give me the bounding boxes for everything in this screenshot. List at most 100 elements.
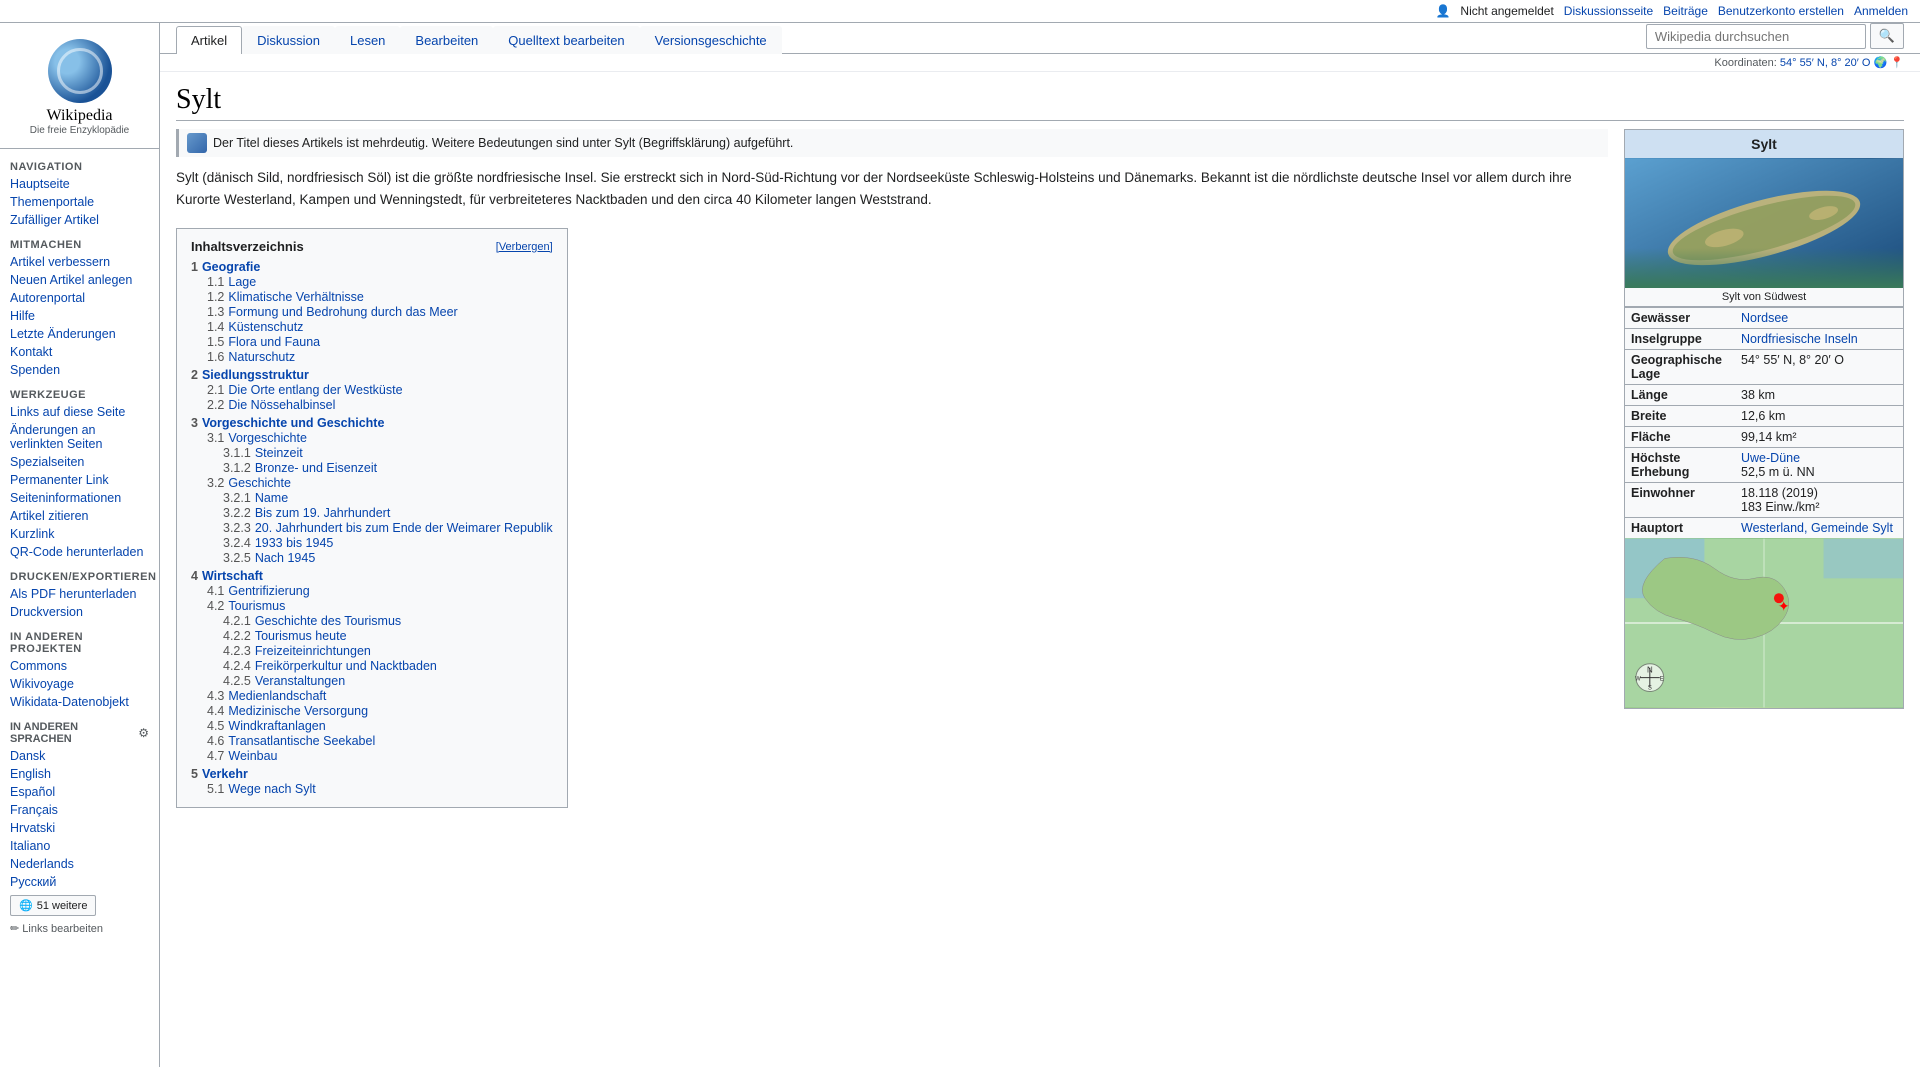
- toc-item[interactable]: 3.2.41933 bis 1945: [223, 536, 553, 550]
- toc-item-num: 3.1.1: [223, 446, 251, 460]
- sidebar-item-dansk[interactable]: Dansk: [0, 747, 159, 765]
- sidebar-item-commons[interactable]: Commons: [0, 657, 159, 675]
- sidebar-item-russian[interactable]: Русский: [0, 873, 159, 891]
- login-link[interactable]: Anmelden: [1854, 4, 1908, 18]
- toc-item[interactable]: 5Verkehr: [191, 767, 553, 781]
- content-area: Artikel Diskussion Lesen Bearbeiten Quel…: [160, 23, 1920, 1067]
- toc-item[interactable]: 3.1.2Bronze- und Eisenzeit: [223, 461, 553, 475]
- edit-icon: ✏: [10, 923, 19, 935]
- sidebar-item-english[interactable]: English: [0, 765, 159, 783]
- toc-item[interactable]: 1.3Formung und Bedrohung durch das Meer: [207, 305, 553, 319]
- toc-item[interactable]: 4Wirtschaft: [191, 569, 553, 583]
- tabs-left: Artikel Diskussion Lesen Bearbeiten Quel…: [176, 26, 782, 53]
- tab-diskussion[interactable]: Diskussion: [242, 26, 335, 54]
- toc-item[interactable]: 2.2Die Nössehalbinsel: [207, 398, 553, 412]
- toc-item[interactable]: 3.2.2Bis zum 19. Jahrhundert: [223, 506, 553, 520]
- infobox-value-link[interactable]: Uwe-Düne: [1741, 451, 1800, 465]
- print-title: Drucken/exportieren: [0, 567, 159, 585]
- toc-item[interactable]: 4.2.4Freikörperkultur und Nacktbaden: [223, 659, 553, 673]
- toc-item[interactable]: 1.5Flora und Fauna: [207, 335, 553, 349]
- tab-lesen[interactable]: Lesen: [335, 26, 400, 54]
- sidebar-item-espanol[interactable]: Español: [0, 783, 159, 801]
- sidebar-item-qr-code[interactable]: QR-Code herunterladen: [0, 543, 159, 561]
- toc-item[interactable]: 3.2.1Name: [223, 491, 553, 505]
- sidebar-item-themenportale[interactable]: Themenportale: [0, 193, 159, 211]
- toc-item[interactable]: 4.6Transatlantische Seekabel: [207, 734, 553, 748]
- toc-item-num: 1.2: [207, 290, 224, 304]
- sidebar-item-druckversion[interactable]: Druckversion: [0, 603, 159, 621]
- toc-item[interactable]: 1.2Klimatische Verhältnisse: [207, 290, 553, 304]
- toc-item[interactable]: 1.6Naturschutz: [207, 350, 553, 364]
- toc-item[interactable]: 3.1Vorgeschichte: [207, 431, 553, 445]
- discussion-link[interactable]: Diskussionsseite: [1564, 4, 1653, 18]
- toc-item-num: 4.2.2: [223, 629, 251, 643]
- tab-quelltext[interactable]: Quelltext bearbeiten: [493, 26, 639, 54]
- toc-item[interactable]: 1Geografie: [191, 260, 553, 274]
- search-input[interactable]: [1646, 24, 1866, 49]
- sidebar-item-autorenportal[interactable]: Autorenportal: [0, 289, 159, 307]
- sidebar-item-seiteninformationen[interactable]: Seiteninformationen: [0, 489, 159, 507]
- toc-item-label: Bronze- und Eisenzeit: [255, 461, 377, 475]
- sidebar-item-permanenter-link[interactable]: Permanenter Link: [0, 471, 159, 489]
- sidebar-item-anderungen-verlinkten[interactable]: Änderungen an verlinkten Seiten: [0, 421, 159, 453]
- toc-item[interactable]: 4.7Weinbau: [207, 749, 553, 763]
- toc-item[interactable]: 1.4Küstenschutz: [207, 320, 553, 334]
- globe-icon[interactable]: 🌍: [1874, 57, 1888, 69]
- toc-item[interactable]: 4.2.1Geschichte des Tourismus: [223, 614, 553, 628]
- toc-item[interactable]: 4.2Tourismus: [207, 599, 553, 613]
- toc-item[interactable]: 4.3Medienlandschaft: [207, 689, 553, 703]
- sidebar-item-hauptseite[interactable]: Hauptseite: [0, 175, 159, 193]
- sidebar-item-nederlands[interactable]: Nederlands: [0, 855, 159, 873]
- infobox-value-link[interactable]: Nordfriesische Inseln: [1741, 332, 1858, 346]
- sidebar-item-verbessern[interactable]: Artikel verbessern: [0, 253, 159, 271]
- toc-item[interactable]: 3.1.1Steinzeit: [223, 446, 553, 460]
- sidebar-item-italiano[interactable]: Italiano: [0, 837, 159, 855]
- more-languages-button[interactable]: 🌐 51 weitere: [10, 895, 96, 916]
- toc-item[interactable]: 3.2Geschichte: [207, 476, 553, 490]
- sidebar-item-kontakt[interactable]: Kontakt: [0, 343, 159, 361]
- toc-item[interactable]: 5.1Wege nach Sylt: [207, 782, 553, 796]
- contributions-link[interactable]: Beiträge: [1663, 4, 1708, 18]
- sidebar-item-pdf[interactable]: Als PDF herunterladen: [0, 585, 159, 603]
- toc-hide-link[interactable]: [Verbergen]: [496, 241, 553, 253]
- toc-item[interactable]: 4.2.3Freizeiteinrichtungen: [223, 644, 553, 658]
- sidebar-item-hrvatski[interactable]: Hrvatski: [0, 819, 159, 837]
- infobox-value-link[interactable]: Nordsee: [1741, 311, 1788, 325]
- tab-artikel[interactable]: Artikel: [176, 26, 242, 54]
- sidebar-item-kurzlink[interactable]: Kurzlink: [0, 525, 159, 543]
- infobox-value: Nordsee: [1741, 311, 1788, 325]
- toc-item[interactable]: 4.5Windkraftanlagen: [207, 719, 553, 733]
- toc-item[interactable]: 2.1Die Orte entlang der Westküste: [207, 383, 553, 397]
- sidebar-item-letzte-anderungen[interactable]: Letzte Änderungen: [0, 325, 159, 343]
- sidebar-item-neuer-artikel[interactable]: Neuen Artikel anlegen: [0, 271, 159, 289]
- sidebar-item-wikidata[interactable]: Wikidata-Datenobjekt: [0, 693, 159, 711]
- sidebar-item-francais[interactable]: Français: [0, 801, 159, 819]
- sidebar-item-spenden[interactable]: Spenden: [0, 361, 159, 379]
- toc-item[interactable]: 3Vorgeschichte und Geschichte: [191, 416, 553, 430]
- toc-item[interactable]: 3.2.320. Jahrhundert bis zum Ende der We…: [223, 521, 553, 535]
- sidebar-item-wikivoyage[interactable]: Wikivoyage: [0, 675, 159, 693]
- toc-item[interactable]: 4.2.5Veranstaltungen: [223, 674, 553, 688]
- sidebar-item-links-auf[interactable]: Links auf diese Seite: [0, 403, 159, 421]
- create-account-link[interactable]: Benutzerkonto erstellen: [1718, 4, 1844, 18]
- toc-item[interactable]: 4.2.2Tourismus heute: [223, 629, 553, 643]
- sidebar-item-zufallig[interactable]: Zufälliger Artikel: [0, 211, 159, 229]
- tab-versionsgeschichte[interactable]: Versionsgeschichte: [640, 26, 782, 54]
- toc-item[interactable]: 3.2.5Nach 1945: [223, 551, 553, 565]
- sidebar-item-spezialseiten[interactable]: Spezialseiten: [0, 453, 159, 471]
- search-button[interactable]: 🔍: [1870, 23, 1904, 49]
- sidebar-item-artikel-zitieren[interactable]: Artikel zitieren: [0, 507, 159, 525]
- print-section: Drucken/exportieren Als PDF herunterlade…: [0, 567, 159, 621]
- links-edit-link[interactable]: ✏ Links bearbeiten: [0, 920, 159, 937]
- toc-item[interactable]: 2Siedlungsstruktur: [191, 368, 553, 382]
- tab-bearbeiten[interactable]: Bearbeiten: [400, 26, 493, 54]
- toc-item-num: 4.2.1: [223, 614, 251, 628]
- coords-link[interactable]: 54° 55′ N, 8° 20′ O: [1780, 57, 1871, 69]
- sidebar-item-hilfe[interactable]: Hilfe: [0, 307, 159, 325]
- toc-item[interactable]: 4.4Medizinische Versorgung: [207, 704, 553, 718]
- toc-item[interactable]: 1.1Lage: [207, 275, 553, 289]
- gear-icon[interactable]: ⚙: [138, 726, 149, 740]
- toc-item[interactable]: 4.1Gentrifizierung: [207, 584, 553, 598]
- osm-icon[interactable]: 📍: [1890, 57, 1904, 69]
- infobox-value-link[interactable]: Westerland, Gemeinde Sylt: [1741, 521, 1893, 535]
